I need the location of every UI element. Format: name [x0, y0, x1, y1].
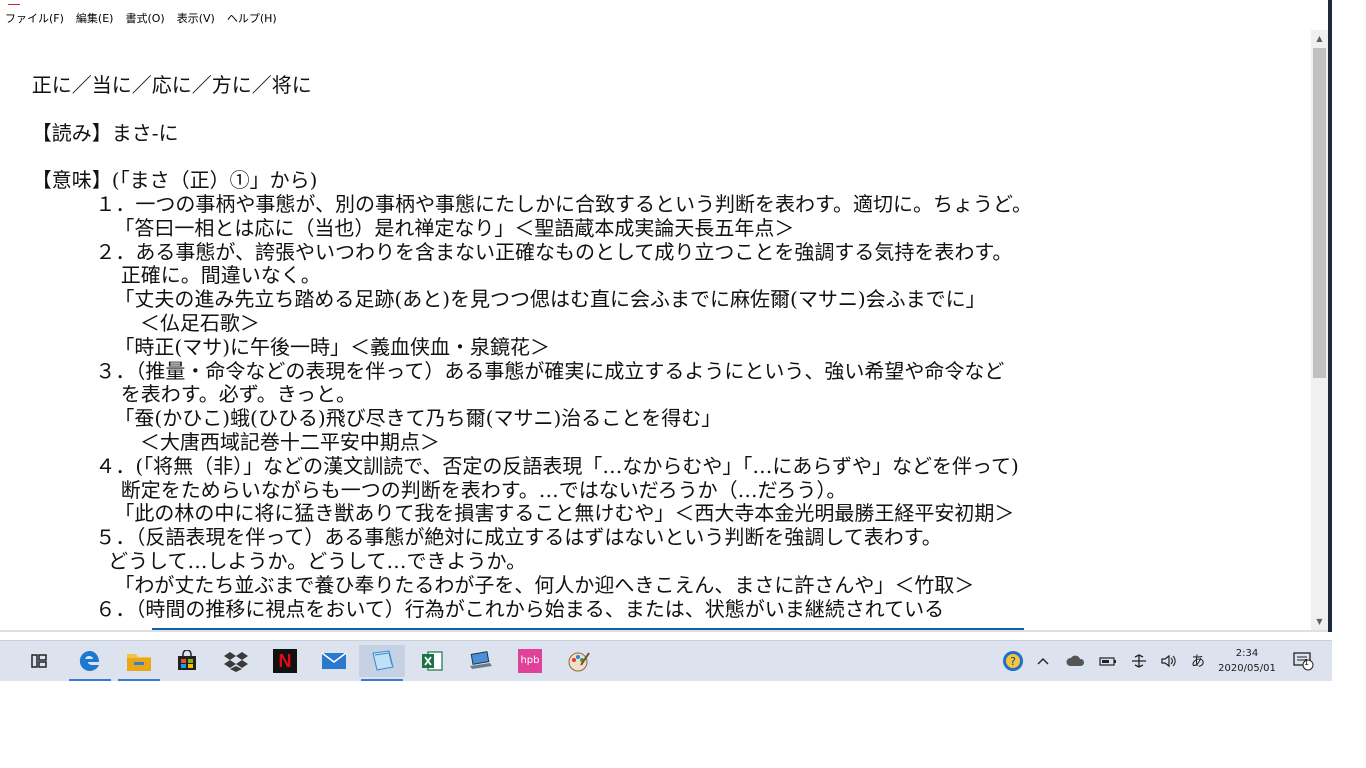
- text-line[interactable]: を表わす。必ず。きっと。: [0, 382, 356, 406]
- text-line[interactable]: １．一つの事柄や事態が、別の事柄や事態にたしかに合致するという判断を表わす。適切…: [0, 192, 1032, 216]
- hpb-icon[interactable]: hpb: [507, 645, 553, 677]
- text-line[interactable]: 「わが丈たち並ぶまで養ひ奉りたるわが子を、何人か迎へきこえん、まさに許さんや」＜…: [0, 573, 974, 597]
- text-line[interactable]: 「答曰一相とは応に（当也）是れ禅定なり」＜聖語蔵本成実論天長五年点＞: [0, 216, 794, 240]
- text-line[interactable]: ３．（推量・命令などの表現を伴って）ある事態が確実に成立するようにという、強い希…: [0, 359, 1004, 383]
- text-line[interactable]: 断定をためらいながらも一つの判断を表わす。…ではないだろうか（…だろう）。: [0, 478, 847, 502]
- chevron-up-icon[interactable]: [1033, 649, 1053, 673]
- document-text[interactable]: 正に／当に／応に／方に／将に 【読み】まさ‐に 【意味】(「まさ（正）①」から)…: [0, 73, 1032, 621]
- text-line[interactable]: ６．（時間の推移に視点をおいて）行為がこれから始まる、または、状態がいま継続され…: [0, 597, 944, 621]
- onedrive-icon[interactable]: [1064, 649, 1088, 673]
- vertical-scrollbar[interactable]: ▲ ▼: [1311, 30, 1328, 630]
- edge-icon[interactable]: [67, 645, 113, 681]
- battery-icon[interactable]: [1096, 649, 1120, 673]
- netflix-icon[interactable]: N: [262, 645, 308, 677]
- menu-help[interactable]: ヘルプ(H): [222, 9, 284, 29]
- taskbar: N hpb ? あ 2:34 2020/05/01 1: [0, 640, 1332, 681]
- volume-icon[interactable]: [1157, 649, 1181, 673]
- notification-center-icon[interactable]: 1: [1289, 649, 1317, 673]
- text-line[interactable]: 「蚕(かひこ)蛾(ひひる)飛び尽きて乃ち爾(マサニ)治ることを得む」: [0, 406, 721, 430]
- svg-text:?: ?: [1010, 655, 1016, 668]
- hpb-label: hpb: [518, 649, 542, 673]
- help-icon[interactable]: ?: [1000, 649, 1026, 673]
- text-line[interactable]: ＜大唐西域記巻十二平安中期点＞: [0, 430, 440, 454]
- text-editor-area[interactable]: 正に／当に／応に／方に／将に 【読み】まさ‐に 【意味】(「まさ（正）①」から)…: [0, 30, 1311, 630]
- store-icon[interactable]: [164, 645, 210, 677]
- clock-date: 2020/05/01: [1218, 663, 1276, 674]
- clock-time: 2:34: [1235, 648, 1259, 659]
- text-line[interactable]: ４．(「将無（非）」などの漢文訓読で、否定の反語表現「…なからむや」「…にあらず…: [0, 454, 1018, 478]
- scroll-up-arrow-icon[interactable]: ▲: [1311, 30, 1328, 47]
- notification-count: 1: [1304, 658, 1310, 667]
- system-clock[interactable]: 2:34 2020/05/01: [1210, 646, 1284, 676]
- text-line[interactable]: どうして…しようか。どうして…できようか。: [0, 549, 526, 573]
- file-explorer-icon[interactable]: [116, 645, 162, 681]
- mail-icon[interactable]: [311, 645, 357, 677]
- task-view-icon[interactable]: [16, 645, 62, 677]
- window-border: [1328, 0, 1332, 632]
- ime-mode-indicator[interactable]: あ: [1186, 649, 1210, 673]
- menu-bar: ファイル(F) 編集(E) 書式(O) 表示(V) ヘルプ(H): [0, 8, 1328, 30]
- dropbox-icon[interactable]: [213, 645, 259, 677]
- notepad-window: ファイル(F) 編集(E) 書式(O) 表示(V) ヘルプ(H) 正に／当に／応…: [0, 0, 1328, 632]
- title-bar[interactable]: [0, 0, 1328, 8]
- text-line[interactable]: ２．ある事態が、誇張やいつわりを含まない正確なものとして成り立つことを強調する気…: [0, 240, 1012, 264]
- text-line[interactable]: 「丈夫の進み先立ち踏める足跡(あと)を見つつ偲はむ直に会ふまでに麻佐爾(マサニ)…: [0, 287, 985, 311]
- scrollbar-thumb[interactable]: [1313, 48, 1326, 378]
- app-icon: [8, 0, 20, 5]
- menu-format[interactable]: 書式(O): [120, 9, 171, 29]
- text-line[interactable]: 正に／当に／応に／方に／将に: [0, 73, 312, 97]
- notepad-icon[interactable]: [359, 645, 405, 681]
- menu-file[interactable]: ファイル(F): [0, 9, 71, 29]
- paint-icon[interactable]: [556, 645, 602, 677]
- text-line[interactable]: 正確に。間違いなく。: [0, 263, 321, 287]
- network-icon[interactable]: [1127, 649, 1151, 673]
- netflix-label: N: [273, 649, 297, 673]
- excel-icon[interactable]: [409, 645, 455, 677]
- text-line[interactable]: 「時正(マサ)に午後一時」＜義血侠血・泉鏡花＞: [0, 335, 550, 359]
- bottom-edge: [0, 630, 1328, 632]
- device-icon[interactable]: [458, 645, 504, 677]
- menu-edit[interactable]: 編集(E): [71, 9, 121, 29]
- text-line[interactable]: 【読み】まさ‐に: [0, 121, 179, 145]
- menu-view[interactable]: 表示(V): [172, 9, 222, 29]
- text-line[interactable]: ５．（反語表現を伴って）ある事態が絶対に成立するはずはないという判断を強調して表…: [0, 525, 941, 549]
- text-line[interactable]: 「此の林の中に将に猛き獣ありて我を損害すること無けむや」＜西大寺本金光明最勝王経…: [0, 501, 1014, 525]
- text-line[interactable]: ＜仏足石歌＞: [0, 311, 260, 335]
- scroll-down-arrow-icon[interactable]: ▼: [1311, 613, 1328, 630]
- text-line[interactable]: 【意味】(「まさ（正）①」から): [0, 168, 318, 192]
